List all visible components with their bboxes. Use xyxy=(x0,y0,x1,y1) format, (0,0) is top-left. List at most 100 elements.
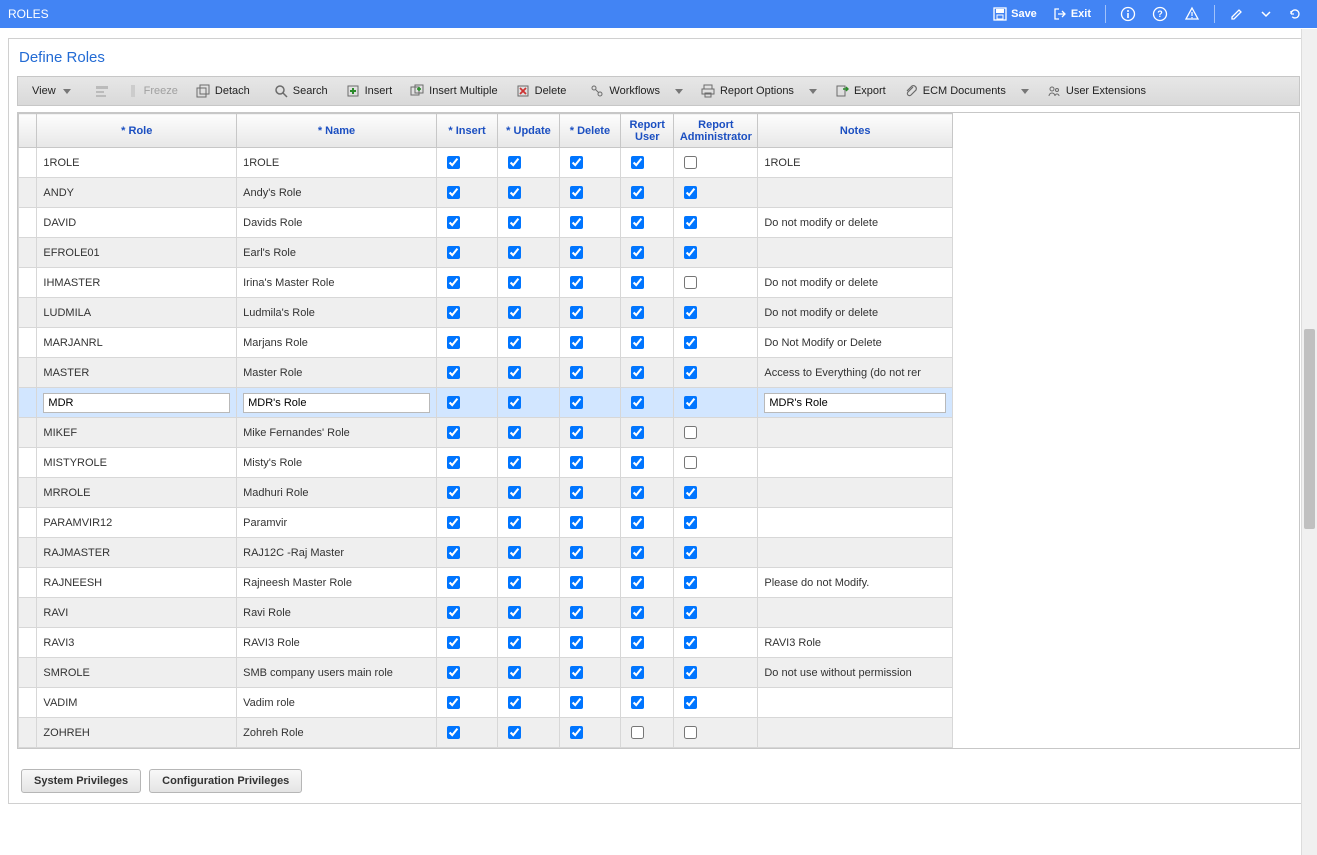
delete-checkbox[interactable] xyxy=(570,486,583,499)
name-cell[interactable]: RAVI3 Role xyxy=(237,628,437,658)
report_admin-cell[interactable] xyxy=(674,688,758,718)
report_admin-checkbox[interactable] xyxy=(684,396,697,409)
name-cell[interactable]: SMB company users main role xyxy=(237,658,437,688)
user-extensions-button[interactable]: User Extensions xyxy=(1039,80,1154,102)
delete-checkbox[interactable] xyxy=(570,636,583,649)
report_user-checkbox[interactable] xyxy=(631,576,644,589)
report_admin-cell[interactable] xyxy=(674,148,758,178)
table-row[interactable]: MIKEFMike Fernandes' Role xyxy=(19,418,953,448)
row-selector-cell[interactable] xyxy=(19,328,37,358)
notes-cell[interactable] xyxy=(758,448,953,478)
insert-checkbox[interactable] xyxy=(447,726,460,739)
notes-cell[interactable]: Access to Everything (do not rer xyxy=(758,358,953,388)
update-cell[interactable] xyxy=(498,328,559,358)
update-cell[interactable] xyxy=(498,508,559,538)
insert-checkbox[interactable] xyxy=(447,366,460,379)
delete-cell[interactable] xyxy=(559,448,620,478)
report_user-cell[interactable] xyxy=(621,328,674,358)
report_user-checkbox[interactable] xyxy=(631,186,644,199)
delete-checkbox[interactable] xyxy=(570,546,583,559)
report_user-cell[interactable] xyxy=(621,208,674,238)
delete-checkbox[interactable] xyxy=(570,216,583,229)
insert-checkbox[interactable] xyxy=(447,606,460,619)
name-cell[interactable]: Davids Role xyxy=(237,208,437,238)
report_admin-checkbox[interactable] xyxy=(684,276,697,289)
report_user-checkbox[interactable] xyxy=(631,606,644,619)
update-cell[interactable] xyxy=(498,208,559,238)
report_user-checkbox[interactable] xyxy=(631,516,644,529)
table-row[interactable]: RAVIRavi Role xyxy=(19,598,953,628)
name-cell[interactable]: Ravi Role xyxy=(237,598,437,628)
table-row[interactable]: VADIMVadim role xyxy=(19,688,953,718)
insert-checkbox[interactable] xyxy=(447,336,460,349)
row-selector-cell[interactable] xyxy=(19,148,37,178)
col-report-user[interactable]: Report User xyxy=(621,114,674,148)
insert-checkbox[interactable] xyxy=(447,636,460,649)
report_admin-checkbox[interactable] xyxy=(684,456,697,469)
role-cell[interactable]: IHMASTER xyxy=(37,268,237,298)
update-cell[interactable] xyxy=(498,718,559,748)
notes-cell[interactable] xyxy=(758,718,953,748)
insert-cell[interactable] xyxy=(436,508,497,538)
report_admin-cell[interactable] xyxy=(674,568,758,598)
insert-cell[interactable] xyxy=(436,178,497,208)
update-cell[interactable] xyxy=(498,448,559,478)
delete-button[interactable]: Delete xyxy=(508,80,575,102)
insert-cell[interactable] xyxy=(436,298,497,328)
table-row[interactable]: SMROLESMB company users main roleDo not … xyxy=(19,658,953,688)
notes-cell[interactable] xyxy=(758,178,953,208)
row-selector-cell[interactable] xyxy=(19,208,37,238)
name-cell[interactable]: Andy's Role xyxy=(237,178,437,208)
insert-cell[interactable] xyxy=(436,148,497,178)
report_admin-checkbox[interactable] xyxy=(684,636,697,649)
report_admin-cell[interactable] xyxy=(674,628,758,658)
search-button[interactable]: Search xyxy=(266,80,336,102)
row-selector-cell[interactable] xyxy=(19,478,37,508)
update-cell[interactable] xyxy=(498,658,559,688)
row-selector-cell[interactable] xyxy=(19,508,37,538)
report_user-checkbox[interactable] xyxy=(631,546,644,559)
update-cell[interactable] xyxy=(498,148,559,178)
delete-cell[interactable] xyxy=(559,688,620,718)
report_admin-checkbox[interactable] xyxy=(684,186,697,199)
report_user-checkbox[interactable] xyxy=(631,156,644,169)
insert-checkbox[interactable] xyxy=(447,666,460,679)
report_admin-checkbox[interactable] xyxy=(684,156,697,169)
table-row[interactable] xyxy=(19,388,953,418)
table-row[interactable]: MISTYROLEMisty's Role xyxy=(19,448,953,478)
report_user-checkbox[interactable] xyxy=(631,276,644,289)
table-row[interactable]: EFROLE01Earl's Role xyxy=(19,238,953,268)
report_user-cell[interactable] xyxy=(621,268,674,298)
delete-checkbox[interactable] xyxy=(570,516,583,529)
notes-cell[interactable]: Do not modify or delete xyxy=(758,208,953,238)
table-row[interactable]: RAJNEESHRajneesh Master RolePlease do no… xyxy=(19,568,953,598)
table-row[interactable]: IHMASTERIrina's Master RoleDo not modify… xyxy=(19,268,953,298)
report_user-cell[interactable] xyxy=(621,658,674,688)
insert-cell[interactable] xyxy=(436,238,497,268)
report_user-cell[interactable] xyxy=(621,178,674,208)
report_admin-checkbox[interactable] xyxy=(684,726,697,739)
insert-checkbox[interactable] xyxy=(447,306,460,319)
row-selector-cell[interactable] xyxy=(19,298,37,328)
report_user-cell[interactable] xyxy=(621,238,674,268)
row-selector-cell[interactable] xyxy=(19,568,37,598)
delete-checkbox[interactable] xyxy=(570,696,583,709)
report_admin-checkbox[interactable] xyxy=(684,546,697,559)
table-row[interactable]: DAVIDDavids RoleDo not modify or delete xyxy=(19,208,953,238)
report_admin-checkbox[interactable] xyxy=(684,666,697,679)
role-cell[interactable]: EFROLE01 xyxy=(37,238,237,268)
delete-cell[interactable] xyxy=(559,478,620,508)
delete-cell[interactable] xyxy=(559,598,620,628)
delete-cell[interactable] xyxy=(559,538,620,568)
name-cell[interactable]: Madhuri Role xyxy=(237,478,437,508)
notes-cell[interactable] xyxy=(758,538,953,568)
report_admin-checkbox[interactable] xyxy=(684,576,697,589)
update-cell[interactable] xyxy=(498,358,559,388)
role-cell[interactable]: LUDMILA xyxy=(37,298,237,328)
col-delete[interactable]: * Delete xyxy=(559,114,620,148)
report_admin-cell[interactable] xyxy=(674,448,758,478)
notes-cell[interactable] xyxy=(758,388,953,418)
role-cell[interactable]: RAVI3 xyxy=(37,628,237,658)
role-cell[interactable]: MARJANRL xyxy=(37,328,237,358)
report_admin-checkbox[interactable] xyxy=(684,516,697,529)
